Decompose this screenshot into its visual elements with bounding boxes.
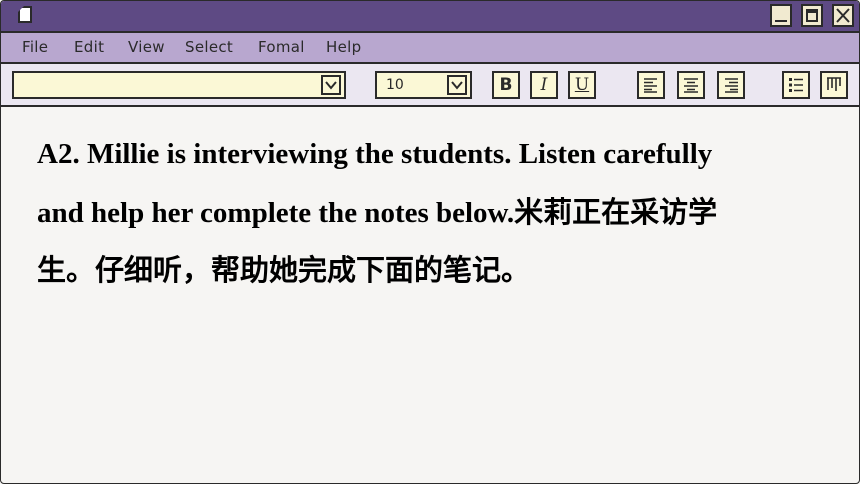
close-icon [836,8,850,23]
text-line: 生。仔细听，帮助她完成下面的笔记。 [37,255,531,287]
format-toolbar: 10 B I U [1,64,859,107]
underline-icon: U [574,75,590,95]
menu-help[interactable]: Help [326,38,361,56]
maximize-button[interactable] [801,4,823,27]
align-right-icon [725,78,738,93]
menu-edit[interactable]: Edit [74,38,104,56]
bold-button[interactable]: B [492,71,520,99]
align-center-button[interactable] [677,71,705,99]
bullet-list-icon [789,78,803,92]
bullet-list-button[interactable] [782,71,810,99]
align-center-icon [684,78,698,93]
editor-window: File Edit View Select Fomal Help 10 B I … [0,0,860,484]
bold-icon: B [499,75,513,95]
size-dropdown-button[interactable] [447,75,467,95]
title-bar[interactable] [1,1,859,33]
menu-file[interactable]: File [22,38,48,56]
menu-view[interactable]: View [128,38,165,56]
font-size-select[interactable]: 10 [375,71,472,99]
document-body[interactable]: A2. Millie is interviewing the students.… [37,125,827,301]
minimize-button[interactable] [770,4,792,27]
font-family-select[interactable] [12,71,346,99]
close-button[interactable] [832,4,854,27]
font-dropdown-button[interactable] [321,75,341,95]
menu-select[interactable]: Select [185,38,233,56]
italic-button[interactable]: I [530,71,558,99]
underline-button[interactable]: U [568,71,596,99]
text-line: and help her complete the notes below.米莉… [37,196,718,229]
menu-bar: File Edit View Select Fomal Help [1,33,859,64]
text-line: A2. Millie is interviewing the students.… [37,138,713,170]
menu-format[interactable]: Fomal [258,38,305,56]
columns-button[interactable] [820,71,848,99]
italic-icon: I [540,75,548,95]
document-icon [18,6,32,23]
columns-icon [827,77,841,91]
chevron-down-icon [451,81,463,90]
align-right-button[interactable] [717,71,745,99]
align-left-icon [644,78,657,93]
chevron-down-icon [325,81,337,90]
align-left-button[interactable] [637,71,665,99]
font-size-value: 10 [386,77,404,93]
